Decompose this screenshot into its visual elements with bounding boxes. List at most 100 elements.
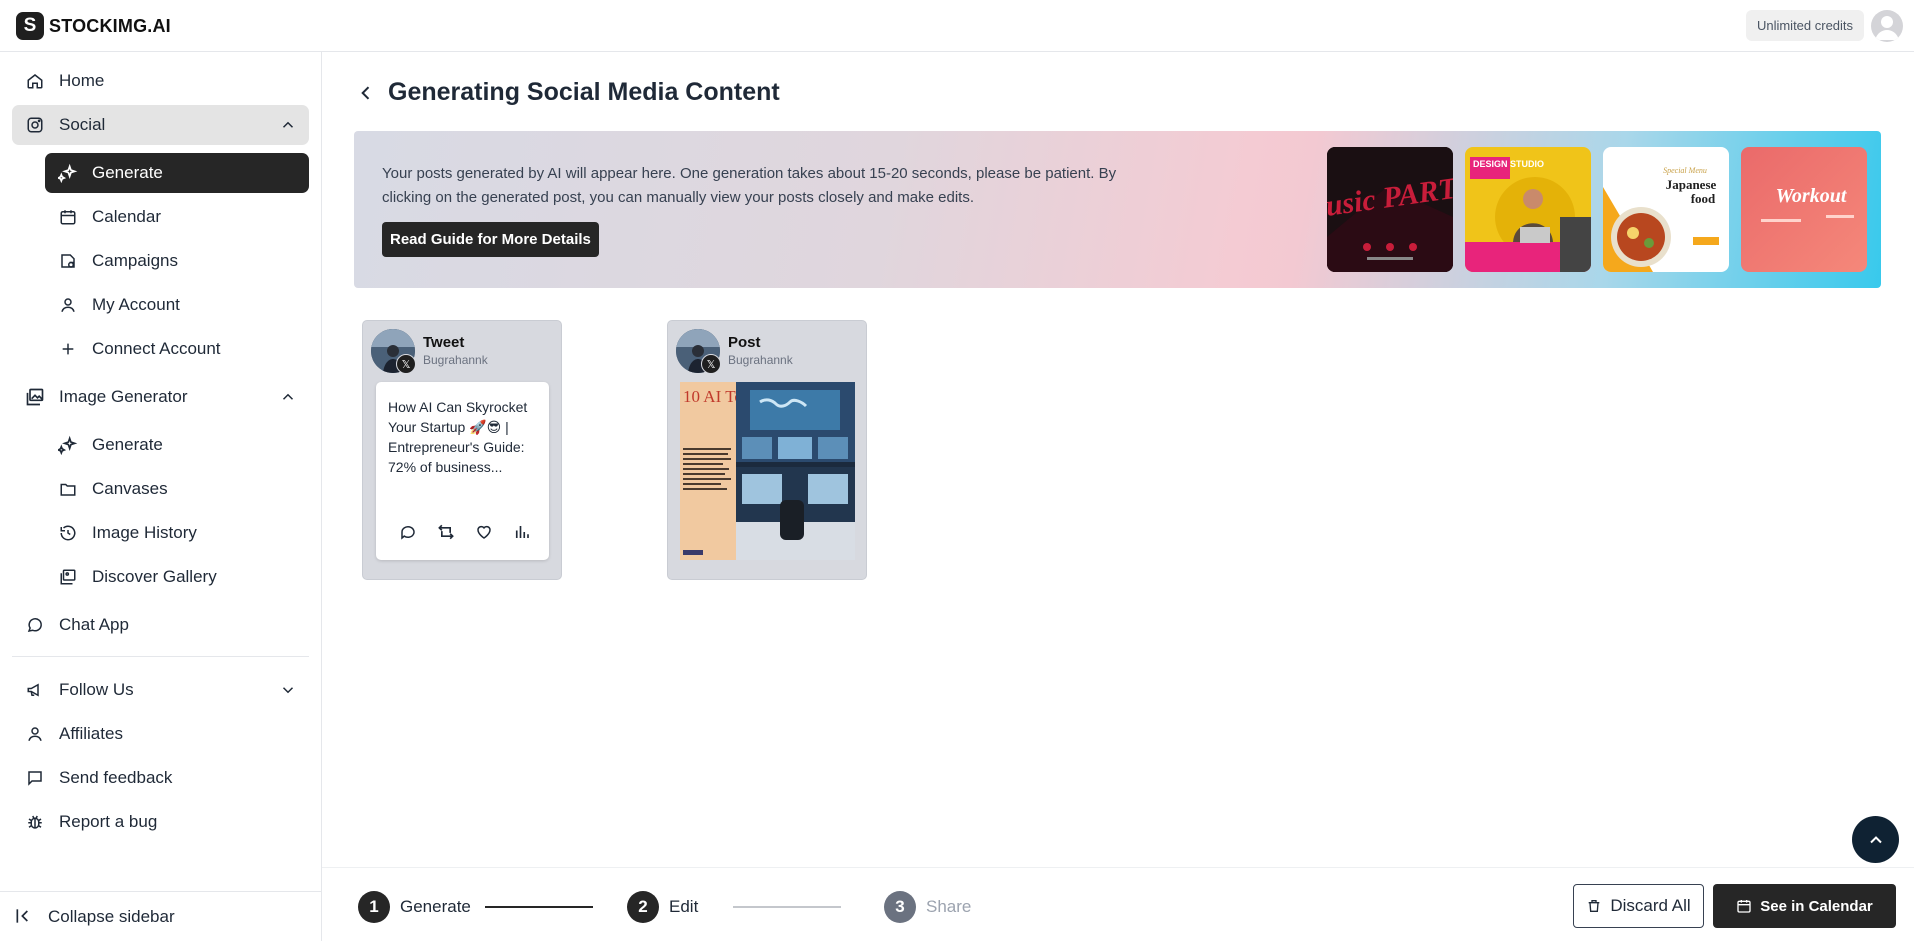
sidebar-item-image-generate[interactable]: Generate bbox=[45, 425, 309, 465]
card-username: Bugrahannk bbox=[728, 353, 793, 367]
back-arrow-icon[interactable] bbox=[354, 81, 378, 105]
japanese-food-thumbnail: Special Menu Japanese food bbox=[1603, 147, 1729, 272]
card-type: Post bbox=[728, 334, 761, 351]
sidebar-item-image-history[interactable]: Image History bbox=[45, 513, 309, 553]
card-type: Tweet bbox=[423, 334, 465, 351]
sidebar-item-canvases[interactable]: Canvases bbox=[45, 469, 309, 509]
sidebar: Home Social Generate Calendar Campaigns … bbox=[0, 52, 322, 941]
sidebar-item-label: Chat App bbox=[59, 615, 129, 634]
calendar-icon bbox=[57, 206, 79, 228]
chat-bubble-icon bbox=[24, 614, 46, 636]
bug-icon bbox=[24, 811, 46, 833]
sidebar-item-social-generate[interactable]: Generate bbox=[45, 153, 309, 193]
chevron-up-icon bbox=[279, 388, 297, 406]
see-in-calendar-button[interactable]: See in Calendar bbox=[1713, 884, 1896, 928]
images-icon bbox=[24, 386, 46, 408]
svg-text:Japanese: Japanese bbox=[1666, 177, 1717, 192]
scroll-to-top-button[interactable] bbox=[1852, 816, 1899, 863]
sidebar-item-follow-us[interactable]: Follow Us bbox=[12, 670, 309, 710]
like-icon[interactable] bbox=[474, 522, 494, 542]
music-party-thumbnail: music PARTY bbox=[1327, 147, 1453, 272]
sidebar-item-home[interactable]: Home bbox=[12, 61, 309, 101]
chevron-up-icon bbox=[279, 116, 297, 134]
history-icon bbox=[57, 522, 79, 544]
sidebar-item-label: Affiliates bbox=[59, 724, 123, 743]
banner-text: Your posts generated by AI will appear h… bbox=[382, 165, 1117, 206]
sidebar-item-label: Image History bbox=[92, 523, 197, 542]
page-header: Generating Social Media Content bbox=[354, 78, 780, 107]
step-share[interactable]: 3 Share bbox=[884, 891, 971, 923]
thumbnail-text: DESIGN STUDIO bbox=[1473, 159, 1544, 169]
calendar-icon bbox=[1737, 900, 1751, 913]
app-logo[interactable]: S STOCKIMG.AI bbox=[16, 12, 171, 40]
logo-icon: S bbox=[16, 12, 44, 40]
collapse-sidebar-label: Collapse sidebar bbox=[48, 906, 175, 926]
tweet-preview: How AI Can Skyrocket Your Startup 🚀😎 | E… bbox=[376, 382, 549, 560]
sidebar-item-campaigns[interactable]: Campaigns bbox=[45, 241, 309, 281]
credits-badge[interactable]: Unlimited credits bbox=[1746, 10, 1864, 41]
user-avatar[interactable] bbox=[1871, 10, 1903, 42]
megaphone-icon bbox=[24, 679, 46, 701]
sidebar-item-report-bug[interactable]: Report a bug bbox=[12, 802, 309, 842]
step-edit[interactable]: 2 Edit bbox=[627, 891, 698, 923]
post-card[interactable]: 𝕏 Post Bugrahannk 10 AI Tools bbox=[667, 320, 867, 580]
sidebar-item-calendar[interactable]: Calendar bbox=[45, 197, 309, 237]
analytics-icon[interactable] bbox=[512, 522, 532, 542]
card-username: Bugrahannk bbox=[423, 353, 488, 367]
user-icon bbox=[24, 723, 46, 745]
user-icon bbox=[57, 294, 79, 316]
workout-thumbnail: Workout bbox=[1741, 147, 1867, 272]
tweet-card[interactable]: 𝕏 Tweet Bugrahannk How AI Can Skyrocket … bbox=[362, 320, 562, 580]
sidebar-item-chat-app[interactable]: Chat App bbox=[12, 605, 309, 645]
sidebar-item-label: Follow Us bbox=[59, 680, 134, 699]
info-banner: Your posts generated by AI will appear h… bbox=[354, 131, 1881, 288]
bottom-bar: 1 Generate 2 Edit 3 Share Discard All Se… bbox=[322, 867, 1914, 941]
thumbnail-text: Workout bbox=[1776, 185, 1848, 207]
message-square-icon bbox=[24, 767, 46, 789]
gallery-icon bbox=[57, 566, 79, 588]
post-image: 10 AI Tools bbox=[680, 382, 855, 560]
sidebar-item-affiliates[interactable]: Affiliates bbox=[12, 714, 309, 754]
step-connector bbox=[733, 906, 841, 908]
sidebar-item-discover-gallery[interactable]: Discover Gallery bbox=[45, 557, 309, 597]
folder-icon bbox=[57, 478, 79, 500]
tweet-actions bbox=[398, 522, 532, 542]
discard-all-label: Discard All bbox=[1610, 896, 1691, 915]
sidebar-item-my-account[interactable]: My Account bbox=[45, 285, 309, 325]
sparkles-icon bbox=[57, 162, 79, 184]
sidebar-item-image-generator[interactable]: Image Generator bbox=[12, 377, 309, 417]
discard-all-button[interactable]: Discard All bbox=[1573, 884, 1704, 928]
reply-icon[interactable] bbox=[398, 522, 418, 542]
top-bar: S STOCKIMG.AI Unlimited credits bbox=[0, 0, 1914, 52]
sidebar-item-label: Calendar bbox=[92, 207, 161, 226]
thumbnail-small-text: Special Menu bbox=[1663, 166, 1707, 175]
sidebar-item-label: My Account bbox=[92, 295, 180, 314]
step-connector bbox=[485, 906, 593, 908]
collapse-left-icon bbox=[14, 906, 36, 928]
collapse-sidebar-button[interactable]: Collapse sidebar bbox=[0, 891, 321, 941]
sidebar-item-send-feedback[interactable]: Send feedback bbox=[12, 758, 309, 798]
step-label: Edit bbox=[669, 897, 699, 916]
instagram-icon bbox=[24, 114, 46, 136]
sparkles-icon bbox=[57, 434, 79, 456]
home-icon bbox=[24, 70, 46, 92]
sidebar-item-social[interactable]: Social bbox=[12, 105, 309, 145]
sidebar-item-connect-account[interactable]: Connect Account bbox=[45, 329, 309, 369]
sidebar-item-label: Home bbox=[59, 71, 105, 90]
step-number: 2 bbox=[627, 891, 659, 923]
trash-icon bbox=[1589, 900, 1600, 912]
sidebar-item-label: Generate bbox=[92, 163, 163, 182]
sidebar-item-label: Generate bbox=[92, 435, 163, 454]
sidebar-item-label: Campaigns bbox=[92, 251, 178, 270]
read-guide-button[interactable]: Read Guide for More Details bbox=[382, 222, 599, 257]
see-in-calendar-label: See in Calendar bbox=[1760, 897, 1873, 915]
retweet-icon[interactable] bbox=[436, 522, 456, 542]
step-label: Generate bbox=[400, 897, 471, 916]
app-name: STOCKIMG.AI bbox=[49, 15, 171, 36]
sidebar-item-label: Connect Account bbox=[92, 339, 221, 358]
step-generate[interactable]: 1 Generate bbox=[358, 891, 471, 923]
campaigns-icon bbox=[57, 250, 79, 272]
step-label: Share bbox=[926, 897, 972, 916]
x-logo-icon: 𝕏 bbox=[396, 354, 416, 374]
plus-icon bbox=[57, 338, 79, 360]
